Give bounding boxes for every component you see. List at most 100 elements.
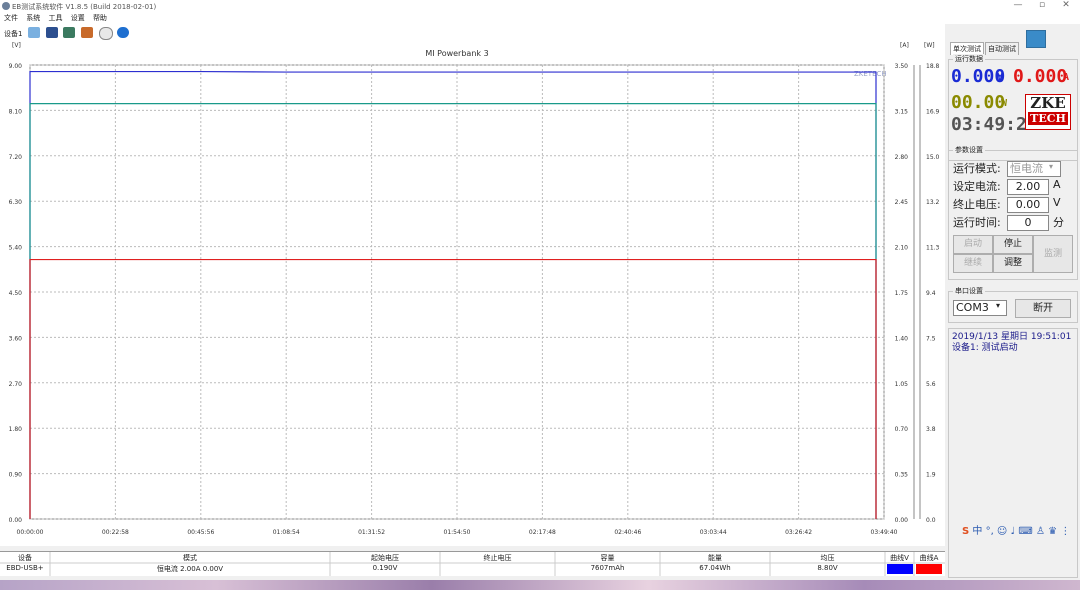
cell-energy: 67.04Wh [699,564,731,572]
menu-system[interactable]: 系统 [26,12,40,23]
chart-area: 9.00 3.50 18.8 8.10 3.15 16.9 7.20 2.80 15.0 6.30… [0,41,945,546]
y-tick-label-w: 16.9 [926,108,940,115]
col-header-device: 设备 [18,554,32,562]
tab-auto-test[interactable]: 自动测试 [985,42,1019,55]
power-readout: 00.00 [951,92,1006,113]
menu-settings[interactable]: 设置 [71,12,85,23]
x-tick-label: 00:22:58 [102,529,129,536]
refresh-icon[interactable] [1026,30,1046,48]
y-tick-label-a: 2.80 [895,154,909,161]
ime-status: 中 °, ☺ ♩ ⌨ ♙ ♛ ⋮ [972,526,1071,537]
continue-button[interactable]: 继续 [953,254,993,273]
current-setting-input[interactable]: 2.00 [1007,179,1049,195]
params-title: 参数设置 [953,145,985,155]
y-tick-label-v: 6.30 [9,199,23,206]
y-tick-label-a: 2.10 [895,245,909,252]
chart-watermark: ZKETECH [854,70,887,78]
y-tick-label-v: 5.40 [9,245,23,252]
y-tick-label-a: 3.15 [895,108,909,115]
y-tick-label-a: 1.75 [895,290,909,297]
menu-help[interactable]: 帮助 [93,12,107,23]
y-tick-label-a: 0.35 [895,472,909,479]
col-header-stop-voltage: 终止电压 [483,554,512,562]
power-unit: W [1001,98,1008,109]
curve-a-swatch[interactable] [916,564,942,574]
col-header-energy: 能量 [708,554,722,562]
y-tick-label-w: 0.0 [926,517,936,524]
x-tick-label: 00:00:00 [17,529,44,536]
y-tick-label-v: 7.20 [9,154,23,161]
col-header-capacity: 容量 [600,554,615,562]
x-tick-label: 02:40:46 [614,529,641,536]
cell-start-voltage: 0.190V [372,564,398,572]
col-header-mode: 模式 [183,554,197,562]
disconnect-button[interactable]: 断开 [1015,299,1071,318]
y-tick-label-v: 0.90 [9,472,23,479]
menu-bar: 文件 系统 工具 设置 帮助 [0,12,1080,24]
device-selector[interactable]: 设备1 [4,29,22,39]
serial-title: 串口设置 [953,286,985,296]
col-header-curve-a: 曲线A [919,554,939,562]
y-tick-label-w: 7.5 [926,335,936,342]
toolbar: 设备1 [0,24,945,41]
minimize-button[interactable]: — [1008,0,1028,10]
stop-voltage-label: 终止电压: [953,198,1001,211]
taskbar-strip [0,580,1080,590]
open-icon[interactable] [28,27,40,38]
y-tick-label-a: 0.70 [895,426,909,433]
col-header-curve-v: 曲线V [890,554,909,562]
y-tick-label-w: 15.0 [926,154,940,161]
right-panel: 单次测试 自动测试 运行数据 0.000 V 0.000 A 00.00 W 03… [946,24,1080,580]
zketech-logo: ZKE TECH [1025,94,1071,130]
curve-v-swatch[interactable] [887,564,913,574]
chevron-down-icon: ▾ [1049,162,1054,171]
y-tick-label-w: 1.9 [926,472,936,479]
current-setting-unit: A [1053,178,1061,191]
x-tick-label: 01:08:54 [273,529,300,536]
x-tick-label: 03:26:42 [785,529,812,536]
export-icon[interactable] [63,27,75,38]
maximize-button[interactable]: ▫ [1032,0,1052,10]
save-icon[interactable] [46,27,58,38]
y-tick-label-a: 1.05 [895,381,909,388]
runtime-input[interactable]: 0 [1007,215,1049,231]
cell-capacity: 7607mAh [590,564,625,572]
runtime-label: 运行时间: [953,216,1001,229]
mode-label: 运行模式: [953,162,1001,175]
info-icon[interactable] [117,27,129,38]
close-button[interactable]: ✕ [1056,0,1076,10]
log-box: 2019/1/13 星期日 19:51:01 设备1: 测试启动 [948,328,1078,578]
stop-button[interactable]: 停止 [993,235,1033,254]
menu-tools[interactable]: 工具 [48,12,62,23]
x-tick-label: 00:45:56 [187,529,214,536]
y-tick-label-v: 1.80 [9,426,23,433]
stop-voltage-input[interactable]: 0.00 [1007,197,1049,213]
zoom-icon[interactable] [99,27,113,40]
start-button[interactable]: 启动 [953,235,993,254]
chart-title: MI Powerbank 3 [425,49,488,58]
logo-top: ZKE [1030,94,1066,112]
log-line-2: 设备1: 测试启动 [952,343,1018,353]
results-table: 设备 模式 起始电压 终止电压 容量 能量 均压 曲线V 曲线A EBD-USB… [0,551,945,576]
menu-file[interactable]: 文件 [4,12,18,23]
y-tick-label-w: 9.4 [926,290,936,297]
y-tick-label-w: 11.3 [926,245,940,252]
y-tick-label-a: 1.40 [895,335,909,342]
sogou-icon: S [962,526,970,537]
col-header-start-voltage: 起始电压 [371,554,399,562]
ime-toolbar[interactable]: S 中 °, ☺ ♩ ⌨ ♙ ♛ ⋮ [962,522,1070,537]
window-title: EB测试系统软件 V1.8.5 (Build 2018-02-01) [12,3,157,11]
x-tick-label: 01:31:52 [358,529,385,536]
current-readout: 0.000 [1013,66,1068,87]
log-line-1: 2019/1/13 星期日 19:51:01 [952,332,1072,342]
y-tick-label-w: 18.8 [926,63,940,70]
y-tick-label-w: 3.8 [926,426,936,433]
y-tick-label-v: 4.50 [9,290,23,297]
monitor-button[interactable]: 监测 [1033,235,1073,273]
y-tick-label-v: 2.70 [9,381,23,388]
current-unit: A [1063,72,1070,83]
adjust-button[interactable]: 调整 [993,254,1033,273]
y-tick-label-v: 3.60 [9,335,23,342]
tools-icon[interactable] [81,27,93,38]
cell-mode: 恒电流 2.00A 0.00V [156,565,224,573]
